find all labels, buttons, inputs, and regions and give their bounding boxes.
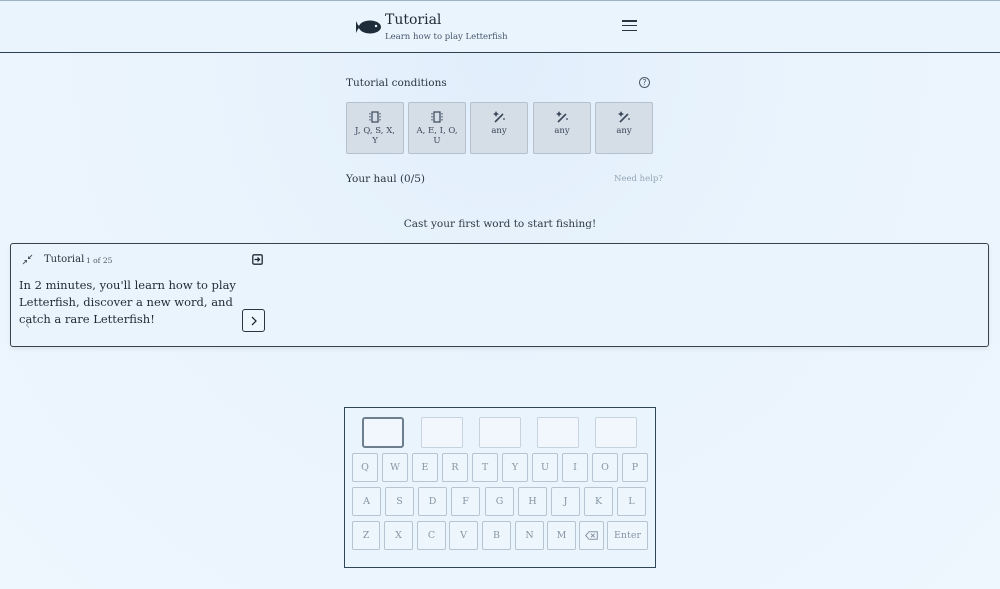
- key-d[interactable]: D: [418, 487, 447, 516]
- condition-card[interactable]: any: [533, 102, 591, 154]
- key-z[interactable]: Z: [352, 521, 380, 550]
- question-circle-icon[interactable]: ?: [639, 77, 650, 88]
- backspace-icon: [585, 531, 598, 540]
- letter-tile-icon: [431, 111, 443, 123]
- enter-key[interactable]: Enter: [607, 521, 648, 550]
- letter-slot[interactable]: [595, 417, 637, 448]
- key-k[interactable]: K: [584, 487, 613, 516]
- condition-text: any: [616, 126, 632, 136]
- key-y[interactable]: Y: [502, 453, 528, 482]
- key-p[interactable]: P: [622, 453, 648, 482]
- magic-wand-icon: [618, 111, 630, 123]
- key-i[interactable]: I: [562, 453, 588, 482]
- tutorial-title: Tutorial: [44, 254, 85, 265]
- exit-icon[interactable]: [252, 254, 263, 265]
- magic-wand-icon: [556, 111, 568, 123]
- condition-card[interactable]: any: [595, 102, 653, 154]
- condition-card[interactable]: A, E, I, O, U: [408, 102, 466, 154]
- key-l[interactable]: L: [617, 487, 646, 516]
- key-h[interactable]: H: [518, 487, 547, 516]
- cast-message: Cast your first word to start fishing!: [403, 218, 597, 230]
- letter-slot[interactable]: [479, 417, 521, 448]
- key-b[interactable]: B: [482, 521, 511, 550]
- condition-card[interactable]: any: [470, 102, 528, 154]
- key-m[interactable]: M: [547, 521, 576, 550]
- letter-tile-icon: [369, 111, 381, 123]
- game-board: Q W E R T Y U I O P A S D F G H J K L Z …: [344, 407, 656, 568]
- fish-icon: [356, 20, 381, 34]
- key-v[interactable]: V: [449, 521, 478, 550]
- key-r[interactable]: R: [442, 453, 468, 482]
- letter-slot[interactable]: [537, 417, 579, 448]
- condition-card[interactable]: J, Q, S, X, Y: [346, 102, 404, 154]
- need-help-link[interactable]: Need help?: [614, 174, 663, 184]
- key-s[interactable]: S: [385, 487, 414, 516]
- chevron-left-icon[interactable]: ‹: [25, 318, 30, 333]
- tutorial-panel: Tutorial 1 of 25 In 2 minutes, you'll le…: [10, 243, 989, 347]
- magic-wand-icon: [493, 111, 505, 123]
- key-o[interactable]: O: [592, 453, 618, 482]
- next-step-button[interactable]: [242, 309, 265, 332]
- hamburger-menu-icon[interactable]: [622, 20, 637, 34]
- backspace-key[interactable]: [579, 521, 604, 550]
- letter-slot[interactable]: [421, 417, 463, 448]
- key-e[interactable]: E: [412, 453, 438, 482]
- condition-text: J, Q, S, X, Y: [355, 126, 395, 146]
- key-u[interactable]: U: [532, 453, 558, 482]
- collapse-arrows-icon[interactable]: [22, 254, 33, 265]
- chevron-right-icon: [251, 316, 257, 326]
- key-c[interactable]: C: [417, 521, 446, 550]
- letter-slot[interactable]: [362, 417, 404, 448]
- tutorial-body: In 2 minutes, you'll learn how to play L…: [19, 278, 236, 326]
- key-f[interactable]: F: [451, 487, 480, 516]
- key-t[interactable]: T: [472, 453, 498, 482]
- condition-text: any: [554, 126, 570, 136]
- key-j[interactable]: J: [551, 487, 580, 516]
- tutorial-conditions-label: Tutorial conditions: [346, 77, 447, 89]
- tutorial-step: 1 of 25: [86, 256, 113, 265]
- key-g[interactable]: G: [485, 487, 514, 516]
- key-x[interactable]: X: [384, 521, 413, 550]
- haul-counter: Your haul (0/5): [346, 173, 426, 185]
- key-q[interactable]: Q: [352, 453, 378, 482]
- page-subtitle: Learn how to play Letterfish: [385, 32, 508, 42]
- key-w[interactable]: W: [382, 453, 408, 482]
- condition-text: A, E, I, O, U: [416, 126, 458, 146]
- page-title: Tutorial: [385, 12, 442, 28]
- key-n[interactable]: N: [515, 521, 544, 550]
- key-a[interactable]: A: [352, 487, 381, 516]
- condition-text: any: [491, 126, 507, 136]
- app-header: Tutorial Learn how to play Letterfish: [0, 0, 1000, 53]
